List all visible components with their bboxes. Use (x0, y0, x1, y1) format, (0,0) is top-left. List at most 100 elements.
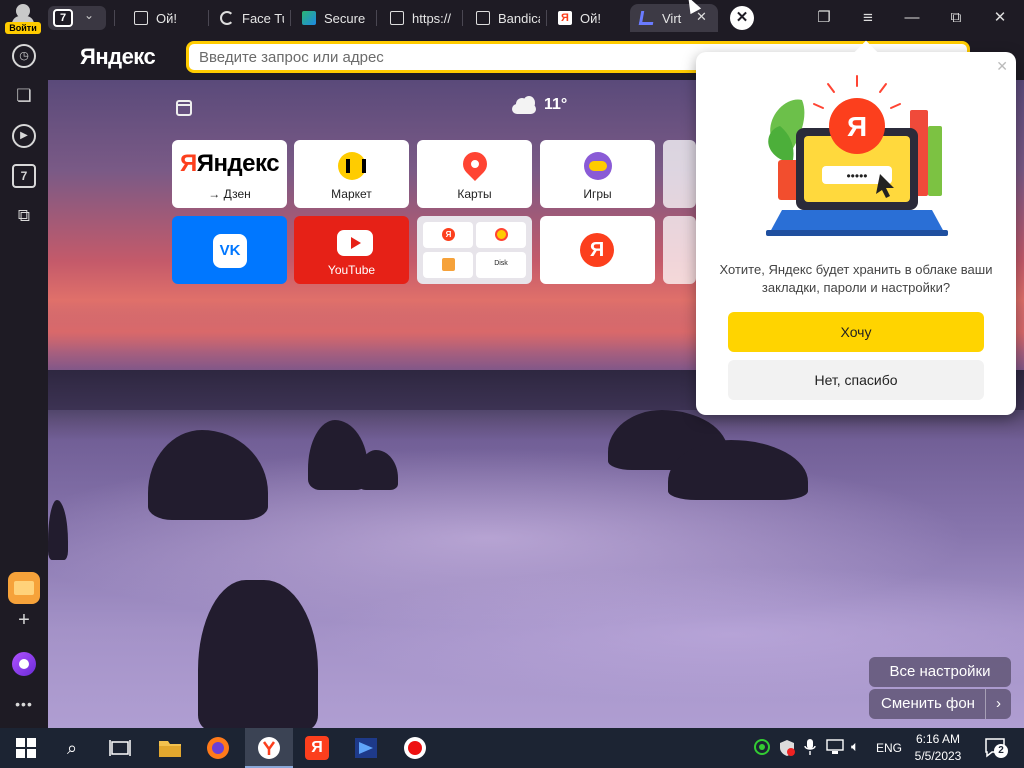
sync-illustration: Я ••••• (766, 75, 948, 236)
more-icon[interactable]: ••• (12, 692, 36, 716)
minimize-button[interactable]: — (900, 6, 924, 30)
yandex-browser-taskbar-active[interactable] (245, 728, 293, 768)
firefox-icon[interactable] (206, 736, 230, 760)
tab-label: Ой! (580, 10, 601, 26)
menu-button[interactable]: ≡ (856, 6, 880, 30)
close-tab-button[interactable]: ✕ (730, 6, 754, 30)
search-icon[interactable]: ⌕ (60, 736, 84, 760)
file-explorer-icon[interactable] (158, 736, 182, 760)
tab-virt[interactable]: Virt ✕ (630, 4, 718, 32)
tab-oy-1[interactable]: Ой! (134, 4, 204, 32)
login-label: Войти (5, 22, 41, 34)
close-icon: ✕ (993, 9, 1007, 26)
close-tab-icon[interactable]: ✕ (696, 9, 707, 25)
task-view-icon[interactable] (108, 736, 132, 760)
minimize-icon: — (904, 9, 920, 26)
tab-https[interactable]: https:// (390, 4, 454, 32)
tile-yandex[interactable]: Я (540, 216, 655, 284)
decline-sync-button[interactable]: Нет, спасибо (728, 360, 984, 400)
tile-group[interactable]: Я Disk (417, 216, 532, 284)
microphone-icon[interactable] (803, 738, 817, 759)
tile-youtube[interactable]: YouTube (294, 216, 409, 284)
tile-yandex-dzen[interactable]: ЯЯндекс → Дзен (172, 140, 287, 208)
tab-label: Face Tu (242, 10, 284, 26)
tabs-count-icon[interactable]: 7 (12, 164, 36, 188)
change-background-label: Сменить фон (881, 695, 975, 712)
network-icon[interactable] (826, 739, 844, 758)
bookmarks-button[interactable]: ❐ (812, 6, 836, 30)
tab-count: 7 (53, 9, 73, 27)
sync-popup: ✕ Я ••••• Хотите, Яндекс будет хранить в… (696, 40, 1016, 415)
language-indicator[interactable]: ENG (876, 741, 902, 755)
site-icon (638, 11, 656, 25)
weather-widget[interactable]: 11° (510, 96, 567, 114)
chevron-right-icon[interactable]: › (985, 689, 1011, 719)
mail-icon[interactable] (8, 572, 40, 604)
tile-brand: Яндекс (196, 150, 280, 177)
notifications-icon[interactable]: 2 (984, 737, 1008, 762)
market-icon (338, 152, 366, 180)
map-pin-icon (458, 147, 492, 181)
yandex-logo[interactable]: Яндекс (80, 44, 156, 70)
notification-count: 2 (994, 744, 1008, 758)
site-icon (302, 11, 316, 25)
video-icon[interactable]: ▶ (12, 124, 36, 148)
volume-icon[interactable]: 🔈︎ (851, 738, 859, 755)
tile-games[interactable]: Игры (540, 140, 655, 208)
close-icon: ✕ (735, 9, 749, 26)
yandex-dzen-logo: ЯЯндекс (179, 150, 280, 177)
accept-sync-button[interactable]: Хочу (728, 312, 984, 352)
gallery-icon[interactable] (176, 100, 192, 116)
tile-maps[interactable]: Карты (417, 140, 532, 208)
clock-time: 6:16 AM (915, 732, 961, 746)
close-popup-icon[interactable]: ✕ (996, 58, 1008, 75)
tab-oy-2[interactable]: Я Ой! (558, 4, 622, 32)
tile-label: Маркет (331, 187, 372, 201)
group-dzen (476, 222, 526, 248)
security-icon[interactable] (778, 739, 796, 760)
svg-text:•••••: ••••• (846, 169, 867, 183)
bookmarks-icon: ❐ (817, 9, 831, 26)
tab-bandicam[interactable]: Bandica (476, 4, 540, 32)
tab-count-button[interactable]: 7 ⌄ (48, 6, 106, 30)
all-settings-button[interactable]: Все настройки (869, 657, 1011, 687)
tile-hidden[interactable] (663, 140, 696, 208)
profile-button[interactable]: Войти (4, 2, 42, 34)
virtualbox-icon[interactable] (354, 736, 378, 760)
tile-market[interactable]: Маркет (294, 140, 409, 208)
screenshot-icon[interactable]: ⧉ (12, 204, 36, 228)
close-window-button[interactable]: ✕ (988, 6, 1012, 30)
weather-temperature: 11° (544, 96, 568, 113)
yandex-app-icon[interactable]: Я (305, 736, 329, 760)
yandex-icon: Я (580, 233, 614, 267)
svg-text:Я: Я (847, 111, 867, 142)
sync-message: Хотите, Яндекс будет хранить в облаке ва… (719, 262, 993, 295)
restore-button[interactable]: ⧉ (944, 6, 968, 30)
yandex-icon: Я (558, 11, 572, 25)
history-icon[interactable]: ◷ (12, 44, 36, 68)
add-icon[interactable]: + (12, 608, 36, 632)
tile-hidden-2[interactable] (663, 216, 696, 284)
vk-icon: VK (213, 234, 247, 268)
games-icon (584, 152, 612, 180)
restore-icon: ⧉ (950, 9, 962, 26)
tile-label: → Дзен (208, 187, 251, 201)
tab-strip: Войти 7 ⌄ Ой! Face Tu Secure https:// Ba… (0, 0, 1024, 36)
document-icon (134, 11, 148, 25)
clock[interactable]: 6:16 AM 5/5/2023 (906, 731, 970, 765)
sidebar: ◷ ❏ ▶ 7 ⧉ + ••• (0, 36, 48, 728)
collections-icon[interactable]: ❏ (12, 84, 36, 108)
change-background-button[interactable]: Сменить фон › (869, 689, 1011, 719)
record-status-icon[interactable] (754, 739, 770, 758)
cloud-icon (510, 96, 538, 114)
tile-label: Игры (583, 187, 612, 201)
tab-face-tu[interactable]: Face Tu (220, 4, 284, 32)
bandicam-record-icon[interactable] (403, 736, 427, 760)
tab-label: Secure (324, 10, 366, 26)
document-icon (476, 11, 490, 25)
tile-vk[interactable]: VK (172, 216, 287, 284)
clock-date: 5/5/2023 (914, 749, 962, 763)
alice-assistant-icon[interactable] (12, 652, 36, 676)
tab-secure[interactable]: Secure (302, 4, 370, 32)
windows-start-icon[interactable] (14, 736, 38, 760)
